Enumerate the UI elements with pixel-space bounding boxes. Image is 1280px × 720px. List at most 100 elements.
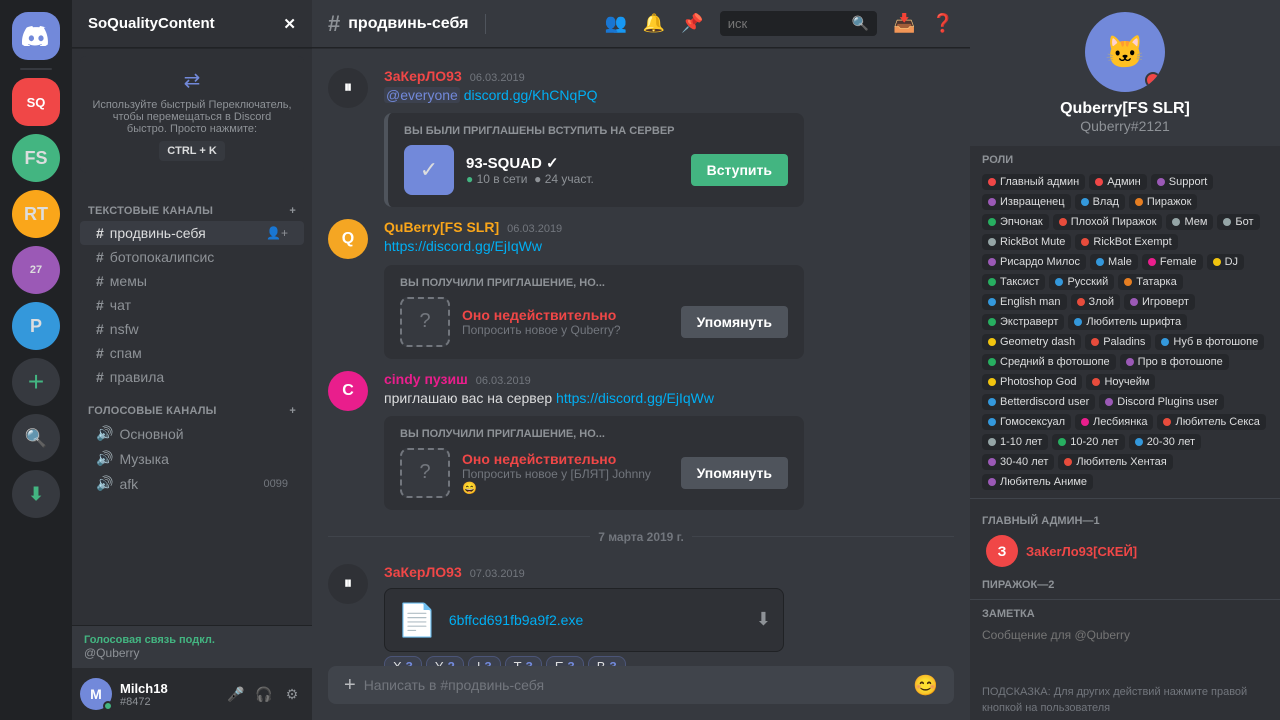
role-dot xyxy=(1064,458,1072,466)
server-icon-3[interactable]: RT xyxy=(12,190,60,238)
discord-home-button[interactable] xyxy=(12,12,60,60)
mention-button-2[interactable]: Упомянуть xyxy=(681,457,788,489)
voice-channel-музыка[interactable]: 🔊 Музыка xyxy=(80,446,304,471)
download-file-icon[interactable]: ⬇ xyxy=(756,609,771,630)
search-header-icon[interactable]: 🔔 xyxy=(643,13,665,34)
invite-link-2[interactable]: https://discord.gg/EjIqWw xyxy=(384,238,542,254)
msg-content-4: ЗаКерЛО93 07.03.2019 📄 6bffcd691fb9a9f2.… xyxy=(384,564,954,666)
role-female: Female xyxy=(1142,254,1203,270)
role-админ: Админ xyxy=(1089,174,1147,190)
search-box[interactable]: 🔍 xyxy=(720,11,877,36)
reaction-t[interactable]: T3 xyxy=(505,656,542,666)
message-group-2: Q QuBerry[FS SLR] 06.03.2019 https://dis… xyxy=(312,215,970,362)
role-dot xyxy=(988,458,996,466)
role-русский: Русский xyxy=(1049,274,1114,290)
role-english-man: English man xyxy=(982,294,1067,310)
channel-name: nsfw xyxy=(110,321,139,337)
category-voice-channels[interactable]: ГОЛОСОВЫЕ КАНАЛЫ + xyxy=(72,389,312,421)
speaker-icon: 🔊 xyxy=(96,475,113,492)
user-settings-button[interactable]: ⚙ xyxy=(280,682,304,706)
channel-item-спам[interactable]: # спам xyxy=(80,341,304,365)
message-group-1: ⏸ ЗаКерЛО93 06.03.2019 @everyone discord… xyxy=(312,64,970,211)
member-category-главный-админ: ГЛАВНЫЙ АДМИН—1 xyxy=(970,507,1280,531)
headphones-toggle[interactable]: 🎧 xyxy=(252,682,276,706)
role-rickbot-mute: RickBot Mute xyxy=(982,234,1071,250)
discover-servers[interactable]: 🔍 xyxy=(12,414,60,462)
file-name[interactable]: 6bffcd691fb9a9f2.exe xyxy=(449,612,744,628)
category-text-channels[interactable]: ТЕКСТОВЫЕ КАНАЛЫ + xyxy=(72,189,312,221)
user-area: M Milch18 #8472 🎤 🎧 ⚙ xyxy=(72,668,312,720)
channel-item-nsfw[interactable]: # nsfw xyxy=(80,317,304,341)
server-icon-1[interactable]: SQ xyxy=(12,78,60,126)
channel-item-мемы[interactable]: # мемы xyxy=(80,269,304,293)
reaction-y[interactable]: Y2 xyxy=(426,656,464,666)
member-item-закерло[interactable]: З ЗаКеrЛо93[СКЕЙ] xyxy=(974,531,1276,571)
invite-link-3[interactable]: https://discord.gg/EjIqWw xyxy=(556,390,714,406)
msg-content-3: cindy пузиш 06.03.2019 приглашаю вас на … xyxy=(384,371,954,510)
role-label: Лесбиянка xyxy=(1093,416,1147,428)
msg-author-2: QuBerry[FS SLR] xyxy=(384,219,499,235)
voice-channel-name: afk xyxy=(119,476,138,492)
role-dot xyxy=(988,478,996,486)
voice-channel-основной[interactable]: 🔊 Основной xyxy=(80,421,304,446)
role-discord-plugins: Discord Plugins user xyxy=(1099,394,1224,410)
add-channel-icon[interactable]: + xyxy=(289,405,296,417)
role-label: 30-40 лет xyxy=(1000,456,1048,468)
role-таксист: Таксист xyxy=(982,274,1045,290)
upload-icon[interactable]: + xyxy=(344,674,356,697)
role-label: Photoshop God xyxy=(1000,376,1076,388)
channel-item-чат[interactable]: # чат xyxy=(80,293,304,317)
role-гомосексуал: Гомосексуал xyxy=(982,414,1071,430)
server-icon-4[interactable]: 27 xyxy=(12,246,60,294)
reaction-b[interactable]: B3 xyxy=(588,656,626,666)
voice-channel-name: Основной xyxy=(119,426,183,442)
role-игроверт: Игроверт xyxy=(1124,294,1195,310)
current-user-avatar: M xyxy=(80,678,112,710)
msg-author-3: cindy пузиш xyxy=(384,371,468,387)
role-dot xyxy=(988,178,996,186)
channel-item-правила[interactable]: # правила xyxy=(80,365,304,389)
members-list-toggle[interactable]: 👥 xyxy=(604,13,626,34)
emoji-icon[interactable]: 😊 xyxy=(913,673,938,698)
server-dropdown-icon: ✕ xyxy=(283,15,296,33)
search-input[interactable] xyxy=(728,16,848,31)
add-user-icon[interactable]: 👤+ xyxy=(266,226,288,240)
channel-item-продвинь-себя[interactable]: # продвинь-себя 👤+ xyxy=(80,221,304,245)
join-server-button[interactable]: Вступить xyxy=(691,154,788,186)
role-эпчонак: Эпчонак xyxy=(982,214,1049,230)
inbox-icon[interactable]: 📥 xyxy=(893,13,915,34)
reaction-count: 2 xyxy=(448,659,455,666)
role-label: Экстраверт xyxy=(1000,316,1058,328)
role-любитель-хентая: Любитель Хентая xyxy=(1058,454,1172,470)
msg-header-4: ЗаКерЛО93 07.03.2019 xyxy=(384,564,954,580)
role-dot xyxy=(1059,218,1067,226)
role-dot xyxy=(988,418,996,426)
role-label: Любитель шрифта xyxy=(1086,316,1181,328)
note-textarea[interactable] xyxy=(982,628,1268,668)
server-name[interactable]: SoQualityContent ✕ xyxy=(72,0,312,48)
microphone-toggle[interactable]: 🎤 xyxy=(224,682,248,706)
reaction-i[interactable]: I3 xyxy=(468,656,501,666)
reaction-e[interactable]: E3 xyxy=(546,656,584,666)
server-icon-5[interactable]: P xyxy=(12,302,60,350)
invite-link-1[interactable]: discord.gg/KhCNqPQ xyxy=(464,87,598,103)
add-server-button[interactable]: + xyxy=(12,358,60,406)
hash-icon: # xyxy=(96,225,104,241)
voice-channel-afk[interactable]: 🔊 afk 00̈99 xyxy=(80,471,304,496)
role-плохой-пиражок: Плохой Пиражок xyxy=(1053,214,1163,230)
help-icon[interactable]: ❓ xyxy=(932,13,954,34)
reaction-x[interactable]: X3 xyxy=(384,656,422,666)
channel-item-ботопокалипсис[interactable]: # ботопокалипсис xyxy=(80,245,304,269)
download-button[interactable]: ⬇ xyxy=(12,470,60,518)
server-divider xyxy=(20,68,52,70)
msg-author-1: ЗаКерЛО93 xyxy=(384,68,462,84)
search-icon[interactable]: 🔍 xyxy=(852,15,869,32)
invalid-icon-1: ? xyxy=(400,297,450,347)
avatar-2: Q xyxy=(328,219,368,259)
add-channel-icon[interactable]: + xyxy=(289,205,296,217)
message-input[interactable] xyxy=(364,666,905,704)
speaker-icon: 🔊 xyxy=(96,425,113,442)
pin-icon[interactable]: 📌 xyxy=(681,13,703,34)
mention-button-1[interactable]: Упомянуть xyxy=(681,306,788,338)
server-icon-2[interactable]: FS xyxy=(12,134,60,182)
